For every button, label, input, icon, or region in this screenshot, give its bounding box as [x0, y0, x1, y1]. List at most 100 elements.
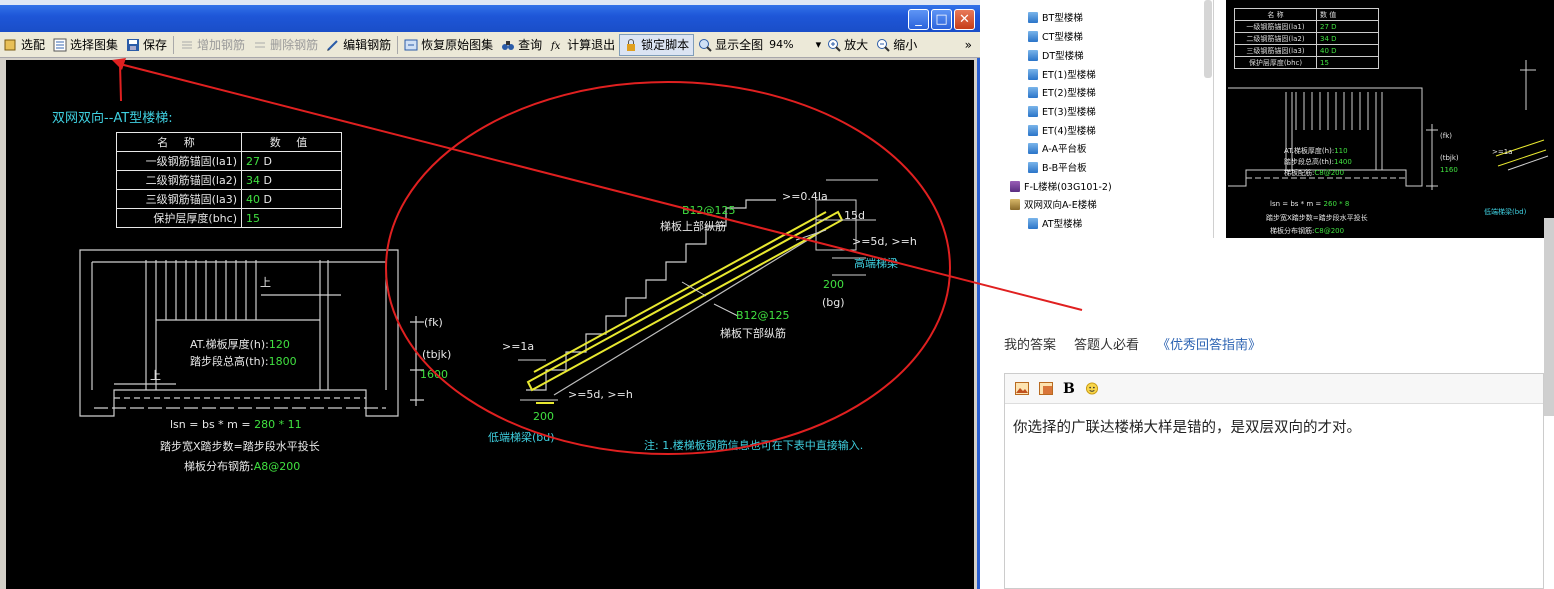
bg-label: (bg): [822, 296, 845, 309]
tree-item-label: CT型楼梯: [1042, 32, 1083, 43]
tab-must-read[interactable]: 答题人必看: [1074, 334, 1139, 353]
answer-text[interactable]: 你选择的广联达楼梯大样是错的，是双层双向的才对。: [1005, 404, 1543, 449]
thickness-value[interactable]: 120: [269, 338, 290, 351]
tbjk-value[interactable]: 1600: [420, 368, 448, 381]
answer-tabs: 我的答案 答题人必看 《优秀回答指南》: [1004, 334, 1261, 353]
tree-item[interactable]: ET(4)型楼梯: [1028, 123, 1096, 137]
page-icon: [1028, 105, 1038, 117]
zoom-out-icon: [877, 38, 890, 52]
top-anchor-label: >=0.4la: [782, 190, 828, 203]
low-beam-label: 低端梯梁(bd): [488, 431, 555, 444]
tree-item[interactable]: 双网双向A-E楼梯: [1010, 197, 1097, 211]
page-icon: [1028, 86, 1038, 98]
page-icon: [1028, 217, 1038, 229]
add-rebar-icon: [182, 41, 193, 48]
preview-height: 踏步段总高(th):1400: [1284, 157, 1352, 167]
preview-dist-label: 梯板配筋:: [1284, 169, 1315, 177]
table-row: 保护层厚度(bhc) 15: [116, 208, 342, 228]
zoom-in-button[interactable]: 放大: [823, 34, 872, 56]
tree-item[interactable]: B-B平台板: [1028, 160, 1087, 174]
table-cell-value[interactable]: 34 D: [241, 170, 342, 190]
bottom-rebar-label: 梯板下部纵筋: [720, 327, 786, 340]
lsn-value[interactable]: 280 * 11: [254, 418, 302, 431]
preview-tbjk-value: 1160: [1440, 166, 1458, 174]
height-label: 踏步段总高(th):: [190, 355, 269, 368]
table-row: 二级钢筋锚固(la2) 34 D: [116, 170, 342, 190]
dist-rebar-value[interactable]: A8@200: [254, 460, 301, 473]
insert-image-icon[interactable]: [1039, 382, 1053, 395]
table-cell-value[interactable]: 40 D: [241, 189, 342, 209]
tree-item[interactable]: BT型楼梯: [1028, 10, 1083, 24]
zoom-out-label: 缩小: [893, 38, 918, 52]
show-all-button[interactable]: 显示全图: [694, 34, 767, 56]
table-header-value: 数 值: [241, 132, 342, 152]
drawing-title: 双网双向--AT型楼梯:: [52, 111, 173, 126]
preview-lsn-value: 260 * 8: [1323, 200, 1350, 208]
editor-toolbar: B: [1005, 374, 1543, 404]
cell-unit: D: [263, 192, 272, 206]
fifteen-d-label: 15d: [844, 209, 865, 222]
calc-exit-button[interactable]: fx 计算退出: [546, 34, 619, 56]
tree-item[interactable]: CT型楼梯: [1028, 29, 1083, 43]
cell-number: 27: [246, 154, 260, 168]
minimize-button[interactable]: _: [908, 9, 929, 30]
lock-script-button[interactable]: 锁定脚本: [619, 33, 695, 56]
select-button[interactable]: 选配: [0, 34, 49, 56]
fx-icon: fx: [550, 41, 561, 52]
preview-formula: 踏步宽X踏步数=踏步段水平投长: [1266, 214, 1368, 222]
tree-item[interactable]: DT型楼梯: [1028, 48, 1084, 62]
table-cell-value[interactable]: 15: [241, 208, 342, 228]
close-button[interactable]: ✕: [954, 9, 975, 30]
top-rebar-code[interactable]: B12@125: [682, 204, 736, 217]
page-icon: [1028, 161, 1038, 173]
drawing-note: 注: 1.楼梯板钢筋信息也可在下表中直接输入.: [644, 439, 864, 452]
preview-dist2: 梯板分布钢筋:C8@200: [1270, 226, 1344, 236]
answer-guide-link[interactable]: 《优秀回答指南》: [1157, 334, 1261, 353]
add-rebar-button[interactable]: 增加钢筋: [176, 34, 249, 56]
calc-exit-label: 计算退出: [567, 38, 616, 52]
restore-atlas-button[interactable]: 恢复原始图集: [400, 34, 497, 56]
tab-my-answer[interactable]: 我的答案: [1004, 334, 1056, 353]
tree-item[interactable]: ET(1)型楼梯: [1028, 67, 1096, 81]
height-text: 踏步段总高(th):1800: [190, 353, 297, 369]
tree-item[interactable]: ET(3)型楼梯: [1028, 104, 1096, 118]
tree-item[interactable]: F-L楼梯(03G101-2): [1010, 179, 1112, 193]
tree-item-label: A-A平台板: [1042, 144, 1087, 155]
toolbar-overflow-icon[interactable]: »: [965, 38, 980, 52]
zoom-out-button[interactable]: 缩小: [872, 34, 921, 56]
tree-scrollbar[interactable]: [1204, 0, 1212, 78]
bottom-dimension[interactable]: 200: [533, 410, 554, 423]
thickness-label: AT.梯板厚度(h):: [190, 338, 269, 351]
tree-item[interactable]: A-A平台板: [1028, 141, 1087, 155]
maximize-button[interactable]: □: [931, 9, 952, 30]
book-icon: [1010, 180, 1020, 192]
emoji-icon[interactable]: [1085, 382, 1099, 395]
height-value[interactable]: 1800: [269, 355, 297, 368]
bottom-rebar-code[interactable]: B12@125: [736, 309, 790, 322]
select-atlas-button[interactable]: 选择图集: [49, 34, 122, 56]
delete-rebar-label: 删除钢筋: [270, 38, 319, 52]
tree-item[interactable]: AT型楼梯: [1028, 216, 1082, 230]
tree-item-label: DT型楼梯: [1042, 51, 1084, 62]
table-cell-value[interactable]: 27 D: [241, 151, 342, 171]
lock-icon: [627, 38, 636, 51]
zoom-select[interactable]: 94% ▾: [767, 36, 823, 54]
delete-rebar-button[interactable]: 删除钢筋: [249, 34, 322, 56]
cell-number: 40: [246, 192, 260, 206]
top-dimension[interactable]: 200: [823, 278, 844, 291]
preview-thickness: AT.梯板厚度(h):110: [1284, 146, 1348, 156]
binoculars-icon: [502, 40, 515, 50]
page-scrollbar[interactable]: [1544, 218, 1554, 416]
zoom-in-label: 放大: [844, 38, 869, 52]
rebar-editor-window: _ □ ✕ 选配 选择图集 保存 增加钢筋 删除钢筋 编辑钢筋 恢复原始图集 查…: [0, 0, 980, 589]
query-button[interactable]: 查询: [497, 34, 546, 56]
tree-item[interactable]: ET(2)型楼梯: [1028, 85, 1096, 99]
image-icon[interactable]: [1015, 382, 1029, 395]
bold-button[interactable]: B: [1063, 381, 1075, 397]
table-row: 三级钢筋锚固(la3) 40 D: [116, 189, 342, 209]
dist-rebar-label: 梯板分布钢筋:: [184, 460, 254, 473]
save-button[interactable]: 保存: [122, 34, 171, 56]
edit-rebar-button[interactable]: 编辑钢筋: [322, 34, 395, 56]
drawing-canvas[interactable]: 双网双向--AT型楼梯: 名 称 数 值 一级钢筋锚固(la1) 27 D 二级…: [6, 60, 974, 589]
open-book-icon: [1010, 198, 1020, 210]
